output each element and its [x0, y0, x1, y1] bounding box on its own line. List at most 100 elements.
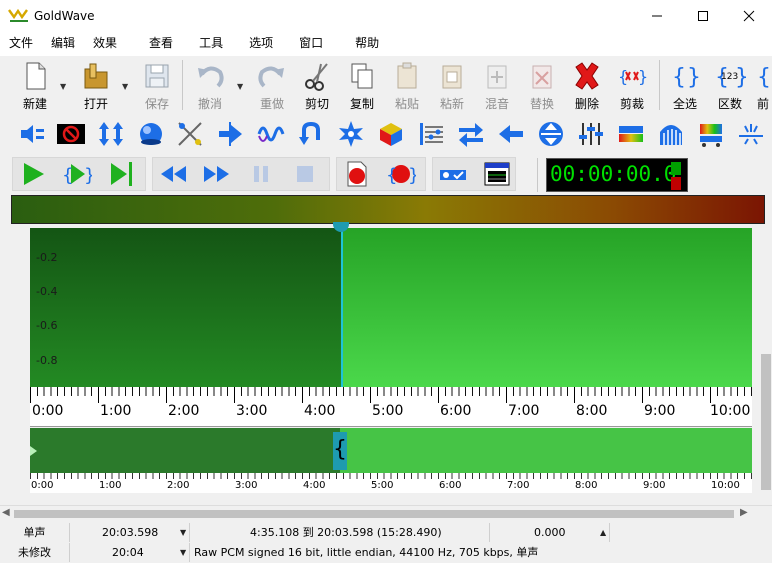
overview-waveform[interactable]: {: [30, 428, 752, 473]
undo-button[interactable]: 撤消: [189, 58, 231, 112]
mix-button[interactable]: 混音: [476, 58, 518, 112]
status-length[interactable]: 20:03.598: [70, 523, 190, 542]
time-ruler[interactable]: 0:00 1:00 2:00 3:00 4:00 5:00 6:00 7:00 …: [30, 387, 752, 427]
record-new-button[interactable]: [342, 159, 372, 189]
play-icon: [24, 163, 44, 185]
overview-ruler[interactable]: 0:00 1:00 2:00 3:00 4:00 5:00 6:00 7:00 …: [30, 473, 752, 493]
open-dropdown-icon[interactable]: ▼: [122, 82, 132, 92]
ruler-label: 3:00: [236, 403, 268, 419]
offset-arrow-icon[interactable]: [216, 119, 246, 149]
menu-view[interactable]: 查看: [140, 31, 182, 56]
record-selection-button[interactable]: {}: [386, 159, 416, 189]
mute-icon[interactable]: [56, 119, 86, 149]
set-marker-button[interactable]: {}123 区数: [709, 58, 751, 112]
equalizer-notes-icon[interactable]: [416, 119, 446, 149]
maximize-button[interactable]: [680, 0, 726, 31]
copy-button[interactable]: 复制: [341, 58, 383, 112]
overview-ruler-label: 8:00: [575, 480, 598, 491]
redo-label: 重做: [259, 97, 284, 111]
new-dropdown-icon[interactable]: ▼: [60, 82, 70, 92]
overview-unselected-region[interactable]: [30, 428, 340, 473]
menu-file[interactable]: 文件: [0, 31, 42, 56]
main-waveform[interactable]: -0.2 -0.4 -0.6 -0.8: [30, 222, 752, 387]
horizontal-scrollbar[interactable]: ◀ ▶: [0, 505, 772, 522]
menu-window[interactable]: 窗口: [290, 31, 332, 56]
playback-cursor[interactable]: [341, 228, 343, 387]
undo-dropdown-icon[interactable]: ▼: [237, 82, 247, 92]
crossfade-icon[interactable]: [175, 119, 205, 149]
rewind-button[interactable]: [158, 159, 188, 189]
menu-edit[interactable]: 编辑: [42, 31, 84, 56]
scroll-right-arrow-icon[interactable]: ▶: [740, 507, 748, 518]
play-selection-button[interactable]: {}: [62, 159, 92, 189]
wave-shape-icon[interactable]: [256, 119, 286, 149]
cube-effect-icon[interactable]: [376, 119, 406, 149]
menu-help[interactable]: 帮助: [346, 31, 388, 56]
waveform-selected-region[interactable]: [341, 228, 752, 387]
length-dropdown-icon[interactable]: ▼: [180, 523, 186, 542]
stop-button[interactable]: [290, 159, 320, 189]
spectrum-bar-icon[interactable]: [616, 119, 646, 149]
ruler-major-tick: [98, 387, 99, 403]
status-position[interactable]: 0.000: [490, 523, 610, 542]
vertical-scroll-thumb[interactable]: [761, 354, 771, 490]
delete-x-icon: [571, 60, 603, 92]
waveform-unselected-region[interactable]: [30, 228, 341, 387]
open-button[interactable]: 打开: [75, 58, 117, 112]
visual-window-button[interactable]: [482, 159, 512, 189]
replace-button[interactable]: 替换: [521, 58, 563, 112]
spectrum-filter-icon[interactable]: [696, 119, 726, 149]
vertical-scrollbar[interactable]: [760, 226, 772, 496]
cut-button[interactable]: 剪切: [296, 58, 338, 112]
select-all-button[interactable]: {} 全选: [664, 58, 706, 112]
trim-button[interactable]: {} 剪裁: [611, 58, 653, 112]
play-to-end-button[interactable]: [106, 159, 136, 189]
ruler-label: 7:00: [508, 403, 540, 419]
menu-effects[interactable]: 效果: [84, 31, 126, 56]
paste-new-button[interactable]: 粘新: [431, 58, 473, 112]
menu-tools[interactable]: 工具: [190, 31, 232, 56]
reverse-u-icon[interactable]: [296, 119, 326, 149]
paste-label: 粘贴: [394, 97, 419, 111]
volume-shape-icon[interactable]: [17, 119, 47, 149]
play-button[interactable]: [18, 159, 48, 189]
control-properties-button[interactable]: [438, 159, 468, 189]
status-duration[interactable]: 20:04: [70, 543, 190, 562]
mixer-sliders-icon[interactable]: [576, 119, 606, 149]
new-button[interactable]: 新建: [14, 58, 56, 112]
menu-options[interactable]: 选项: [240, 31, 282, 56]
horizontal-scroll-thumb[interactable]: [14, 510, 734, 518]
status-modified-text: 未修改: [18, 546, 51, 559]
amplitude-label: -0.6: [36, 319, 58, 332]
delete-button[interactable]: 删除: [566, 58, 608, 112]
svg-text:{: {: [757, 65, 771, 90]
swap-channels-icon[interactable]: [456, 119, 486, 149]
position-up-arrow-icon[interactable]: ▲: [600, 523, 606, 542]
prev-button[interactable]: { 前: [754, 58, 772, 112]
toolbar-separator: [537, 158, 538, 192]
ruler-label: 0:00: [32, 403, 64, 419]
minimize-button[interactable]: [634, 0, 680, 31]
save-button[interactable]: 保存: [136, 58, 178, 112]
set-marker-label: 区数: [717, 97, 742, 111]
duration-dropdown-icon[interactable]: ▼: [180, 543, 186, 562]
stretch-vertical-icon[interactable]: [96, 119, 126, 149]
doppler-burst-icon[interactable]: [336, 119, 366, 149]
fast-forward-button[interactable]: [202, 159, 232, 189]
overview-selected-region[interactable]: [340, 428, 752, 473]
left-arrow-icon[interactable]: [496, 119, 526, 149]
arch-filter-icon[interactable]: [656, 119, 686, 149]
level-meter: [11, 195, 765, 224]
scroll-left-arrow-icon[interactable]: ◀: [2, 507, 10, 518]
overview-selection-marker[interactable]: {: [333, 432, 347, 470]
noise-reduction-icon[interactable]: [736, 119, 766, 149]
sphere-echo-icon[interactable]: [136, 119, 166, 149]
pause-button[interactable]: [246, 159, 276, 189]
status-duration-text: 20:04: [112, 546, 144, 559]
redo-button[interactable]: 重做: [251, 58, 293, 112]
trim-label: 剪裁: [619, 97, 644, 111]
status-channel: 单声: [0, 523, 70, 542]
close-button[interactable]: [726, 0, 772, 31]
pitch-updown-icon[interactable]: [536, 119, 566, 149]
paste-button[interactable]: 粘贴: [386, 58, 428, 112]
